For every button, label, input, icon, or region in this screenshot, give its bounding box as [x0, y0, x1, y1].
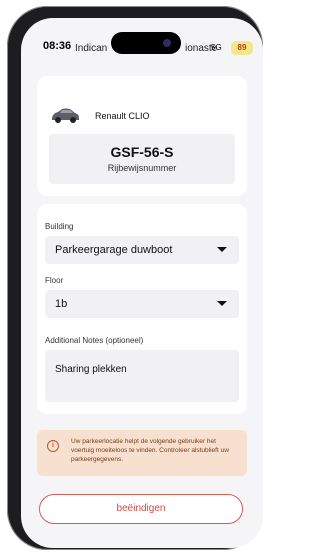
- signal-indicator: 5G: [211, 43, 222, 52]
- building-select[interactable]: Parkeergarage duwboot: [45, 236, 239, 264]
- status-time: 08:36: [43, 40, 72, 52]
- building-label: Building: [45, 222, 74, 231]
- alert-text: Uw parkeerlocatie helpt de volgende gebr…: [71, 438, 229, 463]
- license-plate: GSF-56-S: [110, 144, 174, 160]
- floor-label: Floor: [45, 276, 64, 285]
- camera-icon: [163, 39, 171, 47]
- chevron-down-icon: [217, 301, 227, 306]
- notes-textarea[interactable]: Sharing plekken: [45, 350, 239, 402]
- end-button[interactable]: beëindigen: [39, 494, 243, 524]
- notes-value: Sharing plekken: [55, 364, 127, 375]
- building-value: Parkeergarage duwboot: [55, 244, 173, 256]
- car-icon: [52, 108, 79, 123]
- chevron-down-icon: [217, 247, 227, 252]
- status-carrier-left: Indican: [75, 43, 108, 54]
- notes-label: Additional Notes (optioneel): [45, 336, 144, 345]
- floor-value: 1b: [55, 298, 68, 310]
- license-plate-box: GSF-56-S Rijbewijsnummer: [49, 134, 235, 184]
- info-icon: i: [47, 440, 59, 452]
- vehicle-card: Renault CLIO GSF-56-S Rijbewijsnummer: [37, 76, 247, 196]
- vehicle-name: Renault CLIO: [95, 111, 150, 121]
- status-bar: 08:36 Indican ionaste 5G 89: [21, 18, 263, 55]
- app-screen: 08:36 Indican ionaste 5G 89 Renault CLIO…: [21, 18, 263, 548]
- floor-select[interactable]: 1b: [45, 290, 239, 318]
- license-label: Rijbewijsnummer: [107, 163, 177, 173]
- phone-frame: 08:36 Indican ionaste 5G 89 Renault CLIO…: [7, 6, 263, 550]
- battery-icon: 89: [231, 41, 253, 55]
- info-alert: i Uw parkeerlocatie helpt de volgende ge…: [37, 430, 247, 476]
- parking-form: Building Parkeergarage duwboot Floor 1b …: [37, 204, 247, 414]
- dynamic-island: [111, 32, 181, 54]
